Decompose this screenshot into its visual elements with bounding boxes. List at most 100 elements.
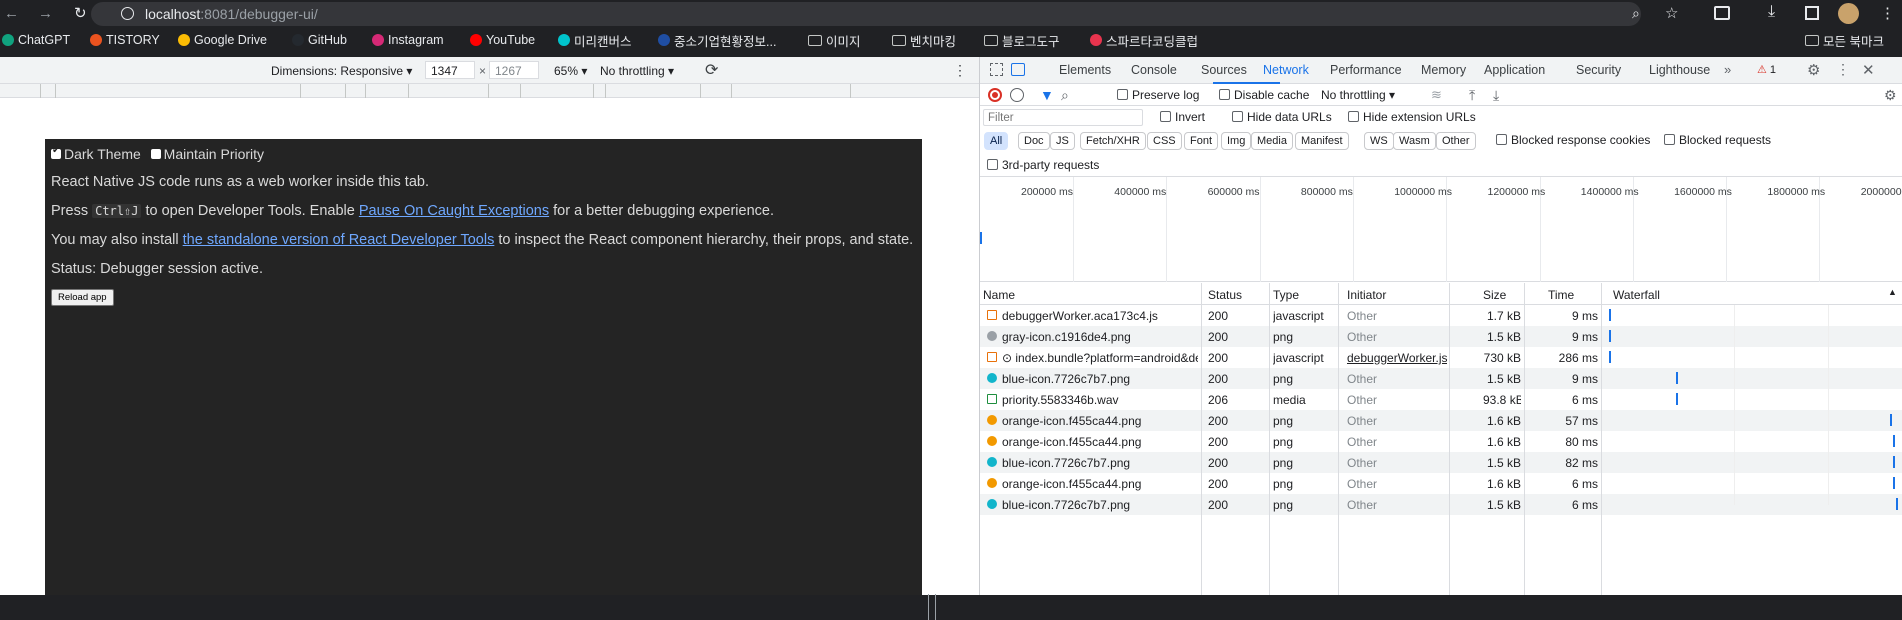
cell-name[interactable]: orange-icon.f455ca44.png [1002,435,1198,449]
reload-icon[interactable]: ↻ [74,4,87,22]
column-header-status[interactable]: Status [1208,288,1242,302]
throttling-select[interactable]: No throttling ▾ [600,64,674,78]
cell-name[interactable]: orange-icon.f455ca44.png [1002,414,1198,428]
invert-option[interactable]: Invert [1160,110,1205,124]
bookmark-item[interactable]: TISTORY [90,31,160,49]
cell-name[interactable]: gray-icon.c1916de4.png [1002,330,1198,344]
table-row[interactable]: blue-icon.7726c7b7.png 200 png Other 1.5 kB 8… [980,452,1902,473]
tab-performance[interactable]: Performance [1330,63,1402,77]
ruler-breakpoint[interactable] [605,84,606,98]
table-row[interactable]: orange-icon.f455ca44.png 200 png Other 1.6 k… [980,410,1902,431]
tab-application[interactable]: Application [1484,63,1545,77]
more-tabs-icon[interactable]: » [1724,62,1731,77]
disable-cache-option[interactable]: Disable cache [1219,88,1309,102]
type-filter-chip[interactable]: Doc [1018,132,1050,150]
bookmark-item[interactable]: 모든 북마크 [1805,31,1884,49]
type-filter-chip[interactable]: Other [1436,132,1476,150]
ruler-breakpoint[interactable] [40,84,41,98]
type-filter-chip[interactable]: Manifest [1295,132,1349,150]
column-header-initiator[interactable]: Initiator [1347,288,1386,302]
cell-name[interactable]: blue-icon.7726c7b7.png [1002,498,1198,512]
star-icon[interactable]: ☆ [1665,4,1678,22]
hide-data-urls-checkbox[interactable] [1232,111,1243,122]
download-icon[interactable]: ⤓ [1768,3,1775,21]
blocked-cookies-checkbox[interactable] [1496,134,1507,145]
bookmark-item[interactable]: GitHub [292,31,347,49]
cell-name[interactable]: ⊙ index.bundle?platform=android&dev=tr..… [1002,351,1198,365]
resize-handle[interactable] [928,594,936,620]
sort-ascending-icon[interactable]: ▲ [1888,287,1897,297]
ruler-breakpoint[interactable] [731,84,732,98]
address-bar[interactable] [91,2,1641,26]
cell-name[interactable]: debuggerWorker.aca173c4.js [1002,309,1198,323]
type-filter-chip[interactable]: Img [1221,132,1252,150]
type-filter-chip[interactable]: CSS [1147,132,1182,150]
cell-initiator[interactable]: debuggerWorker.js:37 [1347,351,1447,365]
disable-cache-checkbox[interactable] [1219,89,1230,100]
device-toolbar-icon[interactable] [1011,63,1025,76]
avatar[interactable] [1838,3,1859,24]
bookmark-item[interactable]: 미리캔버스 [558,31,632,49]
bookmark-item[interactable]: YouTube [470,31,535,49]
tab-lighthouse[interactable]: Lighthouse [1649,63,1710,77]
bookmark-item[interactable]: 블로그도구 [984,31,1060,49]
ruler-breakpoint[interactable] [345,84,346,98]
devtools-menu-icon[interactable]: ⋮ [1836,61,1850,78]
filter-icon[interactable]: ▼ [1040,87,1054,103]
record-icon[interactable] [988,88,1002,102]
ruler-breakpoint[interactable] [408,84,409,98]
type-filter-chip[interactable]: All [984,132,1009,150]
dark-theme-checkbox[interactable]: ✔ [51,145,61,159]
ruler-breakpoint[interactable] [365,84,366,98]
bookmark-item[interactable]: 벤치마킹 [892,31,956,49]
ruler-breakpoint[interactable] [300,84,301,98]
type-filter-chip[interactable]: JS [1050,132,1075,150]
ruler-breakpoint[interactable] [850,84,851,98]
forward-icon[interactable]: → [38,5,53,22]
site-info-icon[interactable] [121,7,134,20]
table-row[interactable]: ⊙ index.bundle?platform=android&dev=tr..… [980,347,1902,368]
side-panel-icon[interactable] [1805,6,1819,20]
ruler-breakpoint[interactable] [593,84,594,98]
table-row[interactable]: orange-icon.f455ca44.png 200 png Other 1.6 k… [980,431,1902,452]
hide-extension-urls-option[interactable]: Hide extension URLs [1348,110,1476,124]
bookmark-item[interactable]: 이미지 [808,31,861,49]
invert-checkbox[interactable] [1160,111,1171,122]
more-options-icon[interactable]: ⋮ [953,62,967,79]
cell-name[interactable]: orange-icon.f455ca44.png [1002,477,1198,491]
type-filter-chip[interactable]: Fetch/XHR [1080,132,1146,150]
zoom-select[interactable]: 65% ▾ [554,64,587,78]
blocked-requests-option[interactable]: Blocked requests [1664,133,1771,147]
type-filter-chip[interactable]: Wasm [1393,132,1436,150]
ruler-breakpoint[interactable] [488,84,489,98]
blocked-requests-checkbox[interactable] [1664,134,1675,145]
column-header-type[interactable]: Type [1273,288,1299,302]
export-har-icon[interactable]: ⤓ [1493,87,1499,104]
blocked-cookies-option[interactable]: Blocked response cookies [1496,133,1650,147]
zoom-icon[interactable]: ⌕ [1632,5,1640,22]
issues-icon[interactable]: ⚠ 1 [1757,63,1776,76]
table-row[interactable]: debuggerWorker.aca173c4.js 200 javascript O… [980,305,1902,326]
column-header-time[interactable]: Time [1548,288,1574,302]
pause-on-exceptions-link[interactable]: Pause On Caught Exceptions [359,203,549,219]
bookmark-item[interactable]: ChatGPT [2,31,70,49]
bookmark-item[interactable]: 스파르타코딩클럽 [1090,31,1198,49]
tab-memory[interactable]: Memory [1421,63,1466,77]
cell-name[interactable]: blue-icon.7726c7b7.png [1002,456,1198,470]
bookmark-item[interactable]: 중소기업현황정보... [658,31,776,49]
table-row[interactable]: priority.5583346b.wav 206 media Other 93.8 k… [980,389,1902,410]
third-party-checkbox[interactable] [987,159,998,170]
table-row[interactable]: gray-icon.c1916de4.png 200 png Other 1.5 kB 9… [980,326,1902,347]
hide-extension-urls-checkbox[interactable] [1348,111,1359,122]
table-row[interactable]: blue-icon.7726c7b7.png 200 png Other 1.5 kB 9… [980,368,1902,389]
inspect-element-icon[interactable] [990,63,1003,76]
settings-icon[interactable]: ⚙ [1807,61,1820,79]
close-devtools-icon[interactable]: ✕ [1862,61,1875,79]
tab-sources[interactable]: Sources [1201,63,1247,77]
cell-name[interactable]: priority.5583346b.wav [1002,393,1198,407]
ruler-breakpoint[interactable] [700,84,701,98]
hide-data-urls-option[interactable]: Hide data URLs [1232,110,1332,124]
extensions-icon[interactable] [1714,6,1730,20]
tab-security[interactable]: Security [1576,63,1621,77]
clear-icon[interactable] [1010,88,1024,102]
